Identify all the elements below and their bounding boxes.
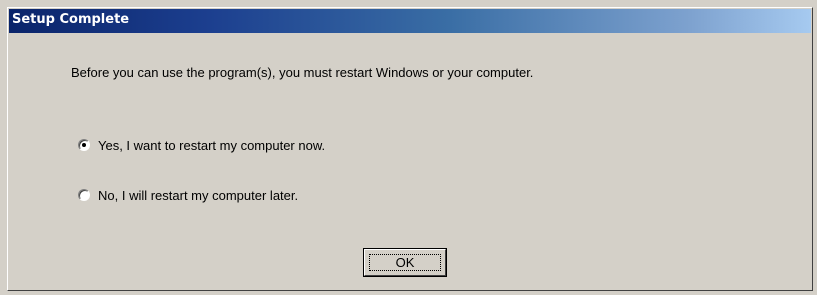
setup-complete-dialog: Setup Complete Before you can use the pr… — [7, 7, 813, 291]
restart-later-option[interactable]: No, I will restart my computer later. — [78, 187, 298, 203]
ok-button-label: OK — [395, 255, 415, 270]
restart-now-option[interactable]: Yes, I want to restart my computer now. — [78, 137, 325, 153]
restart-now-label[interactable]: Yes, I want to restart my computer now. — [98, 138, 325, 153]
radio-selected-dot — [82, 143, 86, 147]
restart-later-radio[interactable] — [78, 189, 90, 201]
restart-now-radio[interactable] — [78, 139, 90, 151]
restart-message: Before you can use the program(s), you m… — [71, 65, 534, 80]
ok-button[interactable]: OK — [364, 249, 446, 276]
title-bar[interactable]: Setup Complete — [9, 9, 811, 33]
window-title: Setup Complete — [12, 12, 130, 27]
restart-later-label[interactable]: No, I will restart my computer later. — [98, 188, 298, 203]
